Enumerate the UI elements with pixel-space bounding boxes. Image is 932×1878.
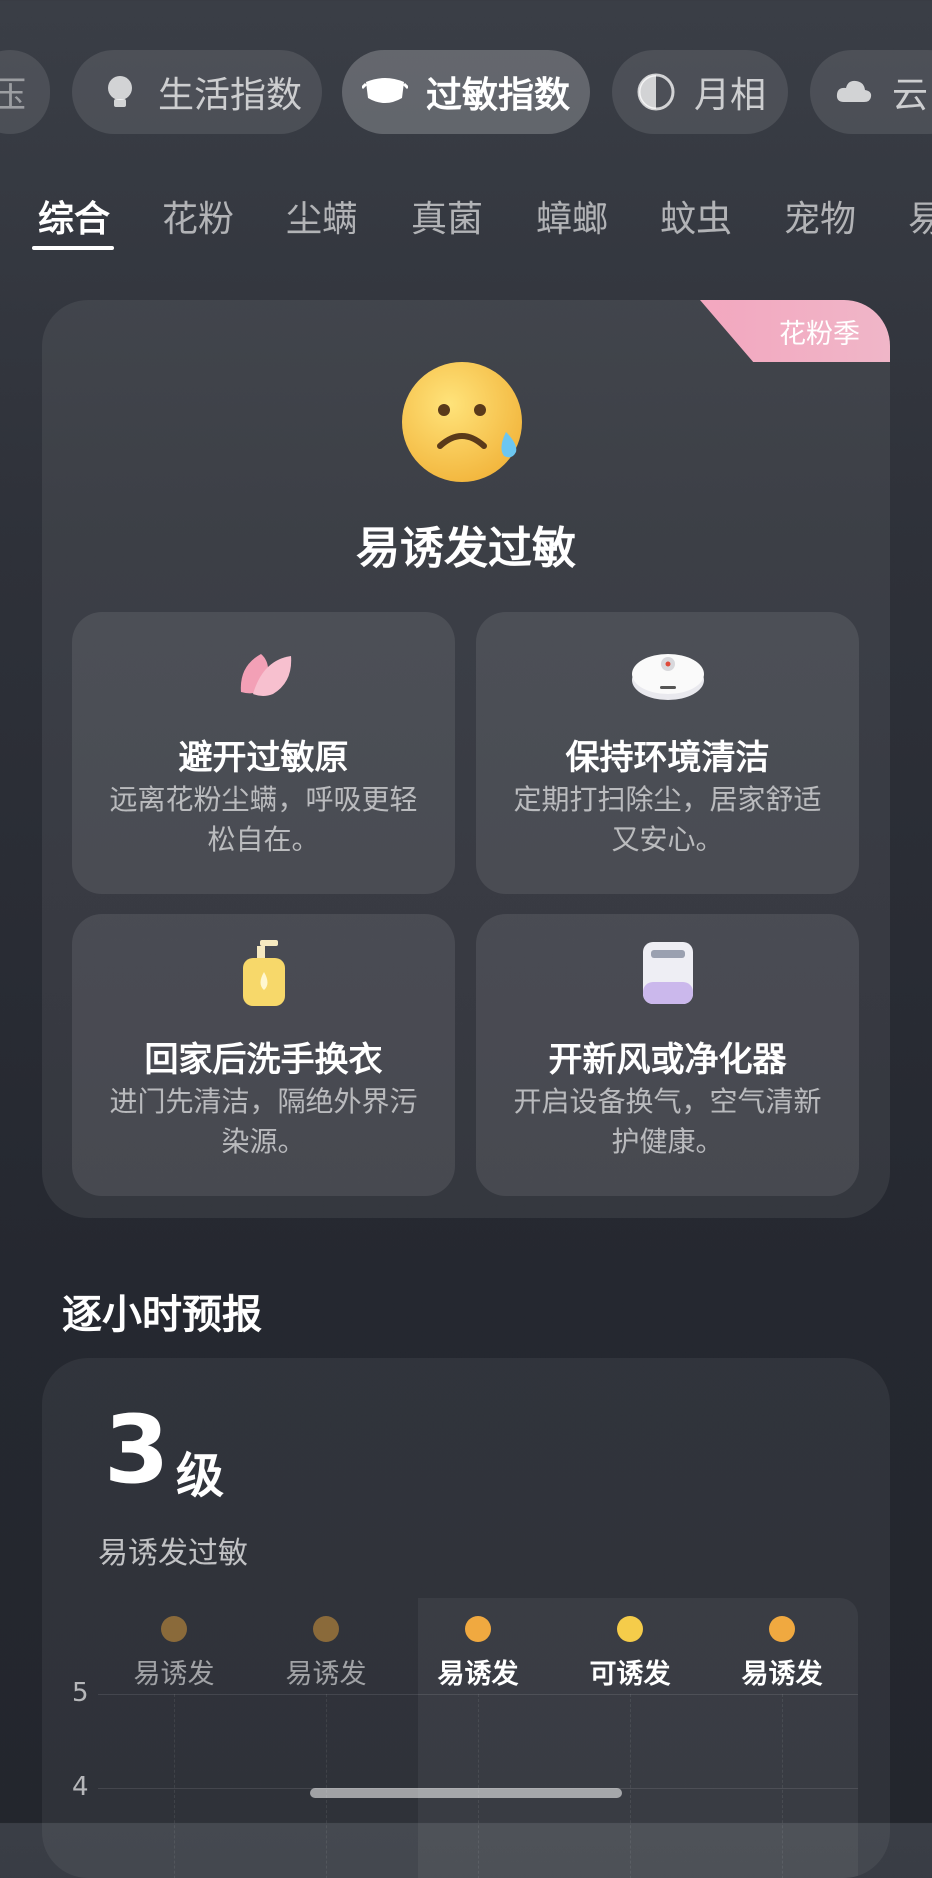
hour-column: 易诱发: [706, 1616, 858, 1691]
robot-vacuum-icon: [632, 654, 704, 700]
tip-keep-clean: 保持环境清洁 定期打扫除尘，居家舒适又安心。: [476, 612, 859, 894]
tip-avoid-allergens: 避开过敏原 远离花粉尘螨，呼吸更轻松自在。: [72, 612, 455, 894]
hour-column: 易诱发: [250, 1616, 402, 1691]
sad-face-icon: [402, 362, 522, 482]
tab-mosquito[interactable]: 蚊虫: [660, 190, 732, 242]
hour-column: 可诱发: [554, 1616, 706, 1691]
soap-bottle-icon: [243, 940, 285, 1006]
hour-divider: [326, 1694, 327, 1878]
level-dot: [313, 1616, 339, 1642]
tip-desc: 进门先清洁，隔绝外界污染源。: [109, 1085, 418, 1158]
tip-air-purifier: 开新风或净化器 开启设备换气，空气清新护健康。: [476, 914, 859, 1196]
allergen-tab-bar: 综合 花粉 尘螨 真菌 蟑螂 蚊虫 宠物 易: [0, 190, 932, 260]
hour-level-label: 易诱发: [285, 1659, 367, 1690]
tip-wash-hands: 回家后洗手换衣 进门先清洁，隔绝外界污染源。: [72, 914, 455, 1196]
chip-moon-phase-label: 月相: [694, 75, 767, 116]
chip-allergy-index-label: 过敏指数: [426, 75, 571, 116]
chip-life-index-label: 生活指数: [158, 75, 303, 116]
lightbulb-icon: [108, 76, 132, 107]
hour-divider: [630, 1694, 631, 1878]
chip-cloud[interactable]: 云: [810, 50, 932, 134]
moon-phase-icon: [637, 73, 675, 111]
tip-title: 回家后洗手换衣: [144, 1040, 383, 1080]
active-tab-indicator: [32, 246, 114, 250]
chip-life-index[interactable]: 生活指数: [72, 50, 322, 134]
allergy-status-title: 易诱发过敏: [356, 523, 576, 574]
mask-icon: [362, 78, 408, 103]
tab-pet[interactable]: 宠物: [784, 190, 856, 242]
tab-cockroach[interactable]: 蟑螂: [536, 190, 608, 242]
season-badge: 花粉季: [700, 300, 890, 362]
petal-icon: [240, 654, 292, 696]
chip-allergy-index[interactable]: 过敏指数: [342, 50, 590, 134]
hour-level-label: 易诱发: [133, 1659, 215, 1690]
level-dot: [465, 1616, 491, 1642]
hour-level-label: 易诱发: [437, 1659, 519, 1690]
level-dot: [161, 1616, 187, 1642]
category-chip-bar: 压 生活指数 过敏指数 月相 云: [0, 50, 932, 134]
current-level-desc: 易诱发过敏: [98, 1536, 248, 1571]
tip-title: 开新风或净化器: [548, 1040, 787, 1080]
chip-pressure-label: 压: [0, 75, 26, 116]
tip-desc: 定期打扫除尘，居家舒适又安心。: [513, 783, 822, 856]
tab-overall[interactable]: 综合: [38, 190, 110, 242]
tip-desc: 远离花粉尘螨，呼吸更轻松自在。: [109, 783, 418, 856]
tip-title: 避开过敏原: [178, 738, 349, 778]
hour-divider: [174, 1694, 175, 1878]
allergy-summary-card: 花粉季 易诱发过敏 避开过敏原 远离花粉尘螨，呼吸更轻松自在。 保持环境清洁 定…: [42, 300, 890, 1218]
hour-column: 易诱发: [402, 1616, 554, 1691]
cloud-icon: [836, 80, 872, 102]
hourly-forecast-card: 3 级 易诱发过敏 易诱发 易诱发 易诱发 可诱发 易诱发: [42, 1358, 890, 1878]
hour-level-label: 易诱发: [741, 1659, 823, 1690]
hour-level-label: 可诱发: [589, 1659, 671, 1690]
hour-column: 易诱发: [98, 1616, 250, 1691]
home-indicator[interactable]: [310, 1788, 622, 1798]
y-axis-tick: 5: [72, 1678, 89, 1708]
hourly-forecast-title: 逐小时预报: [62, 1292, 262, 1338]
current-level-unit: 级: [176, 1448, 225, 1504]
level-dot: [769, 1616, 795, 1642]
tab-dust-mite[interactable]: 尘螨: [286, 190, 358, 242]
tip-title: 保持环境清洁: [565, 738, 770, 778]
hour-divider: [782, 1694, 783, 1878]
hour-divider: [478, 1694, 479, 1878]
tab-fungi[interactable]: 真菌: [411, 190, 483, 242]
season-badge-label: 花粉季: [779, 318, 860, 350]
tab-more[interactable]: 易: [908, 190, 932, 242]
chip-pressure[interactable]: 压: [0, 50, 50, 134]
hourly-level-chart[interactable]: 易诱发 易诱发 易诱发 可诱发 易诱发: [98, 1598, 858, 1878]
current-level-value: 3: [104, 1396, 170, 1505]
chip-moon-phase[interactable]: 月相: [612, 50, 788, 134]
tab-pollen[interactable]: 花粉: [162, 190, 234, 242]
air-purifier-icon: [643, 942, 693, 1004]
chip-cloud-label: 云: [892, 75, 929, 116]
level-dot: [617, 1616, 643, 1642]
tip-desc: 开启设备换气，空气清新护健康。: [513, 1085, 822, 1158]
y-axis-tick: 4: [72, 1772, 89, 1802]
